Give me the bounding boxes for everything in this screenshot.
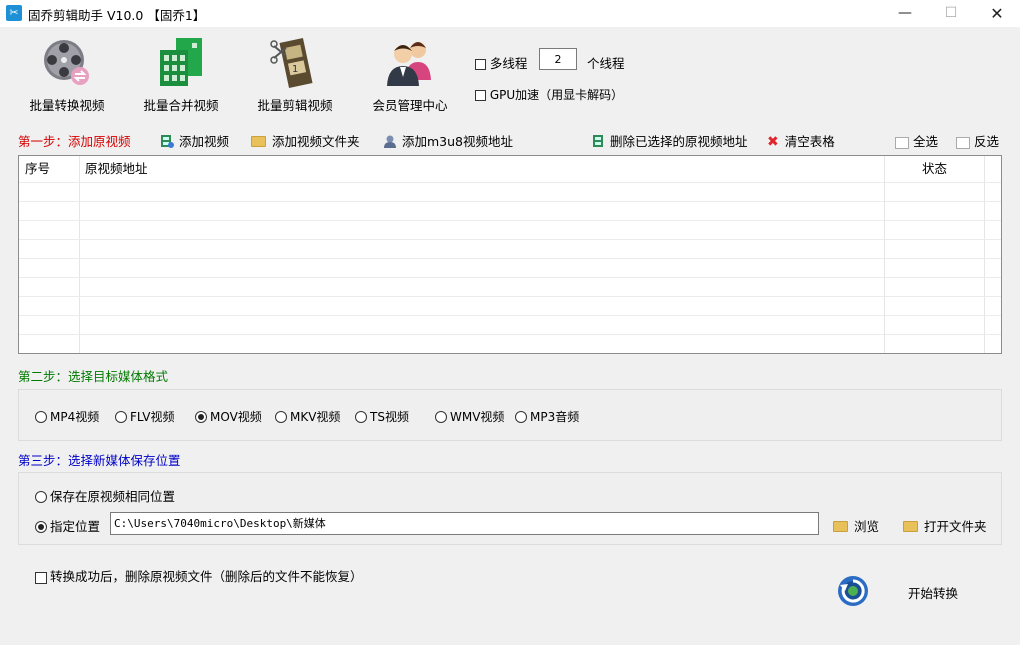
- thread-count-input[interactable]: 2: [539, 48, 577, 70]
- invert-select-label: 反选: [974, 134, 1000, 149]
- batch-convert-label: 批量转换视频: [29, 98, 105, 113]
- users-icon: [387, 42, 431, 86]
- batch-cut-label: 批量剪辑视频: [257, 98, 333, 113]
- folder-search-icon: [833, 521, 848, 532]
- delete-selected-label: 删除已选择的原视频地址: [610, 134, 748, 149]
- step3-label: 第三步：选择新媒体保存位置: [18, 453, 181, 468]
- gpu-option[interactable]: GPU加速（用显卡解码）: [475, 86, 623, 103]
- format-wmv-radio[interactable]: WMV视频: [435, 408, 504, 425]
- close-button[interactable]: ✕: [974, 0, 1020, 27]
- format-mp4-label: MP4视频: [50, 410, 100, 424]
- multithread-checkbox[interactable]: [475, 59, 486, 70]
- radio-circle-selected: [195, 411, 207, 423]
- column-header-status[interactable]: 状态: [922, 156, 947, 182]
- format-mp3-label: MP3音频: [530, 410, 580, 424]
- radio-circle: [355, 411, 367, 423]
- batch-merge-button[interactable]: 批量合并视频: [139, 32, 223, 113]
- batch-merge-label: 批量合并视频: [143, 98, 219, 113]
- delete-original-checkbox[interactable]: [35, 571, 47, 584]
- batch-cut-button[interactable]: 1 批量剪辑视频: [253, 32, 337, 113]
- maximize-button[interactable]: ☐: [928, 0, 974, 27]
- clear-table-button[interactable]: ✖ 清空表格: [767, 131, 835, 150]
- invert-select-button[interactable]: 反选: [956, 131, 999, 150]
- window-title: 固乔剪辑助手 V10.0 【固乔1】: [28, 8, 206, 23]
- merge-video-icon: [160, 38, 202, 86]
- batch-convert-button[interactable]: 批量转换视频: [25, 32, 109, 113]
- member-center-label: 会员管理中心: [372, 98, 448, 113]
- same-location-radio[interactable]: 保存在原视频相同位置: [35, 486, 175, 505]
- radio-circle: [435, 411, 447, 423]
- minimize-button[interactable]: —: [882, 0, 928, 27]
- add-video-button[interactable]: 添加视频: [160, 131, 229, 150]
- film-delete-icon: [593, 135, 603, 147]
- link-user-icon: [384, 135, 396, 148]
- title-bar: ✂ 固乔剪辑助手 V10.0 【固乔1】 — ☐ ✕: [0, 0, 1020, 27]
- format-mp4-radio[interactable]: MP4视频: [35, 408, 99, 425]
- add-folder-label: 添加视频文件夹: [272, 134, 360, 149]
- specified-location-radio[interactable]: 指定位置: [35, 516, 100, 535]
- member-center-button[interactable]: 会员管理中心: [368, 32, 452, 113]
- format-wmv-label: WMV视频: [450, 410, 505, 424]
- start-convert-icon[interactable]: [836, 574, 870, 608]
- format-mkv-label: MKV视频: [290, 410, 341, 424]
- radio-circle: [275, 411, 287, 423]
- radio-circle: [35, 411, 47, 423]
- film-reel-icon: [44, 40, 89, 85]
- radio-circle: [35, 491, 47, 503]
- multithread-label: 多线程: [489, 56, 528, 71]
- radio-circle-selected: [35, 521, 47, 533]
- svg-text:1: 1: [292, 64, 298, 75]
- open-folder-label: 打开文件夹: [924, 519, 987, 534]
- add-video-label: 添加视频: [179, 134, 230, 149]
- gpu-label: GPU加速（用显卡解码）: [489, 88, 624, 102]
- browse-button[interactable]: 浏览: [833, 516, 879, 535]
- select-all-label: 全选: [913, 134, 939, 149]
- folder-open-icon: [903, 521, 918, 532]
- open-folder-button[interactable]: 打开文件夹: [903, 516, 987, 535]
- add-m3u8-button[interactable]: 添加m3u8视频地址: [383, 131, 513, 150]
- red-x-icon: ✖: [767, 134, 779, 150]
- format-mkv-radio[interactable]: MKV视频: [275, 408, 340, 425]
- step1-label: 第一步：添加原视频: [18, 134, 131, 149]
- add-folder-button[interactable]: 添加视频文件夹: [251, 131, 360, 150]
- thread-unit-label: 个线程: [587, 56, 625, 71]
- save-path-input[interactable]: C:\Users\7040micro\Desktop\新媒体: [110, 512, 819, 535]
- delete-original-option[interactable]: 转换成功后，删除原视频文件（删除后的文件不能恢复）: [35, 566, 363, 585]
- film-strip-scissors-icon: 1: [270, 38, 313, 88]
- gpu-checkbox[interactable]: [475, 90, 486, 101]
- add-m3u8-label: 添加m3u8视频地址: [402, 134, 514, 149]
- delete-original-label: 转换成功后，删除原视频文件（删除后的文件不能恢复）: [50, 569, 363, 584]
- clear-table-label: 清空表格: [784, 134, 835, 149]
- delete-selected-button[interactable]: 删除已选择的原视频地址: [591, 131, 748, 150]
- radio-circle: [115, 411, 127, 423]
- select-all-icon: [895, 136, 909, 149]
- format-mov-label: MOV视频: [210, 410, 262, 424]
- step2-label: 第二步：选择目标媒体格式: [18, 369, 169, 384]
- format-ts-label: TS视频: [370, 410, 409, 424]
- app-logo-icon: ✂: [6, 5, 22, 21]
- specified-location-label: 指定位置: [50, 519, 101, 534]
- invert-select-icon: [956, 136, 970, 149]
- format-mov-radio[interactable]: MOV视频: [195, 408, 262, 425]
- radio-circle: [515, 411, 527, 423]
- video-table[interactable]: 序号 原视频地址 状态: [18, 155, 1002, 354]
- multithread-option[interactable]: 多线程: [475, 53, 527, 72]
- format-flv-label: FLV视频: [130, 410, 175, 424]
- folder-add-icon: [251, 136, 266, 147]
- browse-label: 浏览: [854, 519, 880, 534]
- format-ts-radio[interactable]: TS视频: [355, 408, 409, 425]
- format-mp3-radio[interactable]: MP3音频: [515, 408, 579, 425]
- select-all-button[interactable]: 全选: [895, 131, 938, 150]
- column-header-source[interactable]: 原视频地址: [85, 156, 148, 182]
- same-location-label: 保存在原视频相同位置: [50, 489, 176, 504]
- format-flv-radio[interactable]: FLV视频: [115, 408, 174, 425]
- column-header-index[interactable]: 序号: [25, 156, 50, 182]
- film-add-icon: [161, 135, 174, 148]
- start-convert-button[interactable]: 开始转换: [908, 583, 958, 602]
